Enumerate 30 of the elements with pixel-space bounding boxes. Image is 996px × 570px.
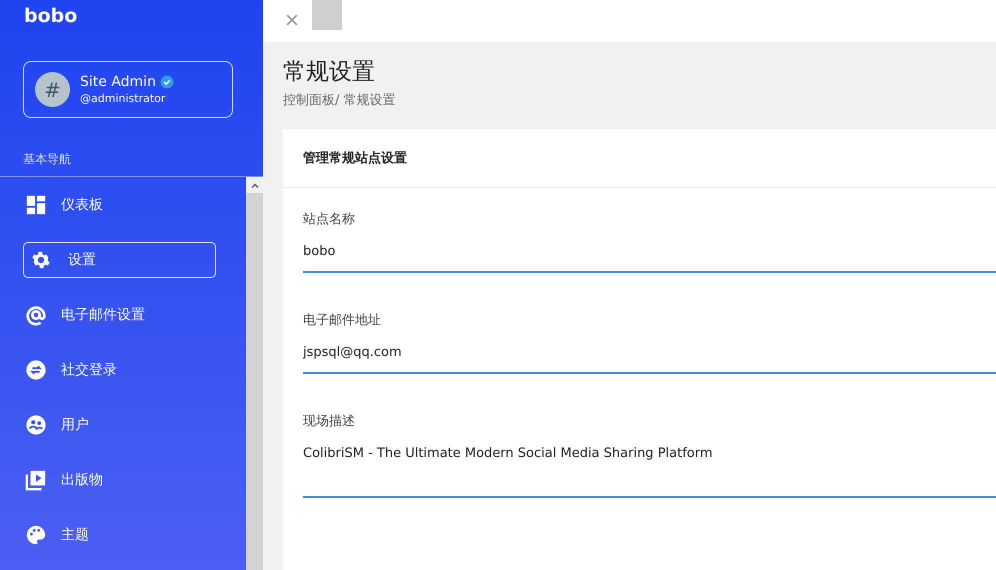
profile-handle: @administrator — [80, 92, 166, 105]
users-icon — [25, 414, 47, 436]
publications-icon — [25, 469, 47, 491]
dashboard-icon — [25, 194, 47, 216]
nav-item[interactable]: 出版物 — [23, 462, 216, 498]
scrollbar[interactable] — [246, 177, 263, 570]
nav-item[interactable]: 电子邮件设置 — [23, 297, 216, 333]
nav-item[interactable]: 设置 — [23, 242, 216, 278]
card-title: 管理常规站点设置 — [283, 129, 996, 188]
input-field[interactable]: jspsql@qq.com — [303, 345, 996, 374]
brand-logo[interactable]: bobo — [0, 0, 263, 35]
avatar: # — [35, 72, 70, 107]
nav-item[interactable]: 主题 — [23, 517, 216, 553]
field-label: 电子邮件地址 — [303, 312, 382, 330]
nav-item[interactable]: 用户 — [23, 407, 216, 443]
themes-icon — [25, 524, 47, 546]
field-label: 现场描述 — [303, 413, 356, 431]
description-field[interactable]: ColibriSM - The Ultimate Modern Social Media Sharing Platform — [303, 446, 996, 498]
settings-icon — [30, 249, 52, 271]
nav-item[interactable]: 仪表板 — [23, 187, 216, 223]
input-field[interactable]: bobo — [303, 244, 996, 273]
field-label: 站点名称 — [303, 211, 356, 229]
profile-card[interactable]: # Site Admin @administrator — [23, 61, 233, 118]
profile-name: Site Admin — [80, 74, 156, 90]
breadcrumb: 控制面板/ 常规设置 — [282, 92, 397, 109]
nav-item[interactable]: 社交登录 — [23, 352, 216, 388]
email-icon — [25, 304, 47, 326]
page-title: 常规设置 — [282, 58, 376, 87]
image-placeholder — [312, 0, 342, 30]
social-icon — [25, 359, 47, 381]
